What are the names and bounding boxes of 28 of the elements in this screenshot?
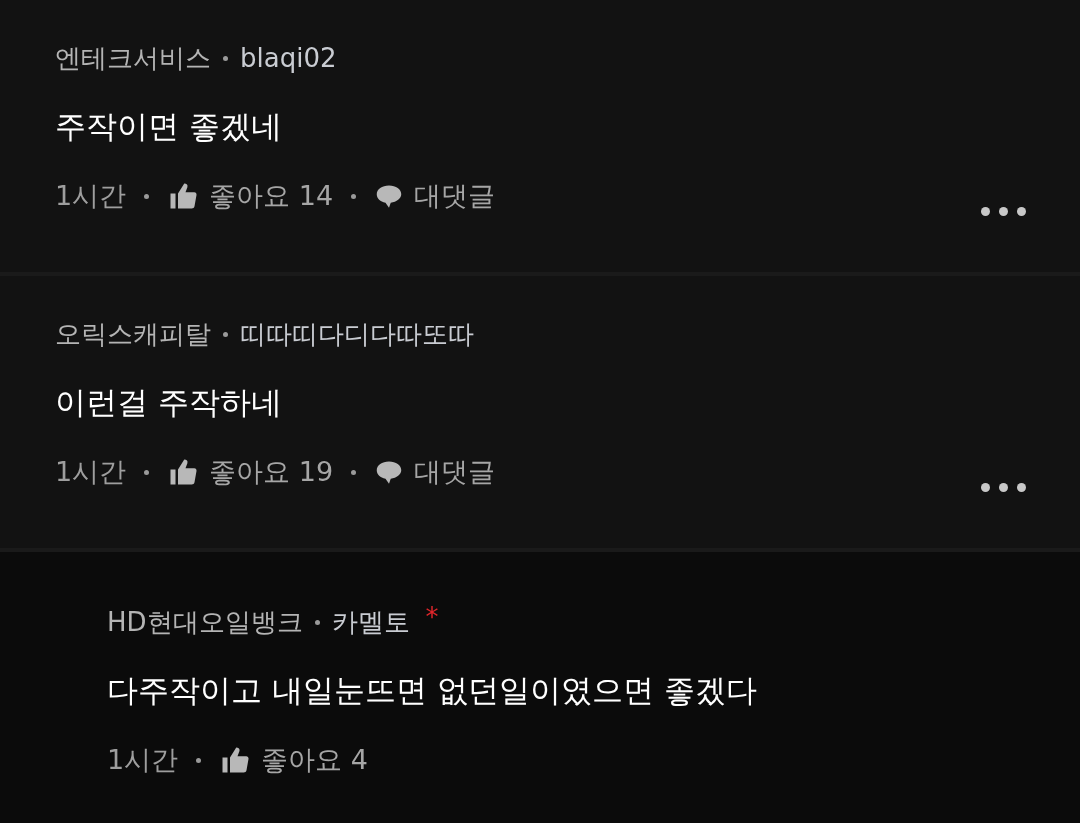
timestamp: 1시간 [55, 179, 127, 213]
comment-text: 이런걸 주작하네 [55, 383, 283, 422]
separator-dot [144, 193, 150, 199]
separator-dot [314, 619, 320, 625]
timestamp: 1시간 [55, 455, 127, 489]
more-icon[interactable] [979, 481, 1028, 494]
like-button[interactable]: 좋아요 4 [219, 742, 368, 778]
company-name: 엔테크서비스 [55, 41, 211, 75]
author-name[interactable]: blaqi02 [240, 43, 337, 73]
reply-button[interactable]: 대댓글 [374, 454, 496, 490]
author-name[interactable]: 띠따띠다디다따또따 [240, 316, 474, 352]
separator-dot [144, 469, 150, 475]
like-button[interactable]: 좋아요 19 [167, 454, 334, 490]
separator-dot [351, 469, 357, 475]
separator-dot [351, 193, 357, 199]
comment-text: 다주작이고 내일눈뜨면 없던일이였으면 좋겠다 [107, 671, 758, 710]
more-icon[interactable] [979, 205, 1028, 218]
company-name: 오릭스캐피탈 [55, 317, 211, 351]
separator-dot [196, 757, 202, 763]
comment-text: 주작이면 좋겠네 [55, 107, 283, 146]
author-name[interactable]: 카멜토 [331, 604, 410, 640]
reply-button[interactable]: 대댓글 [374, 178, 496, 214]
separator-dot [223, 55, 228, 61]
company-name: HD현대오일뱅크 [107, 605, 303, 639]
like-button[interactable]: 좋아요 14 [167, 178, 334, 214]
author-mark: * [425, 602, 439, 632]
timestamp: 1시간 [107, 743, 179, 777]
separator-dot [223, 331, 228, 337]
